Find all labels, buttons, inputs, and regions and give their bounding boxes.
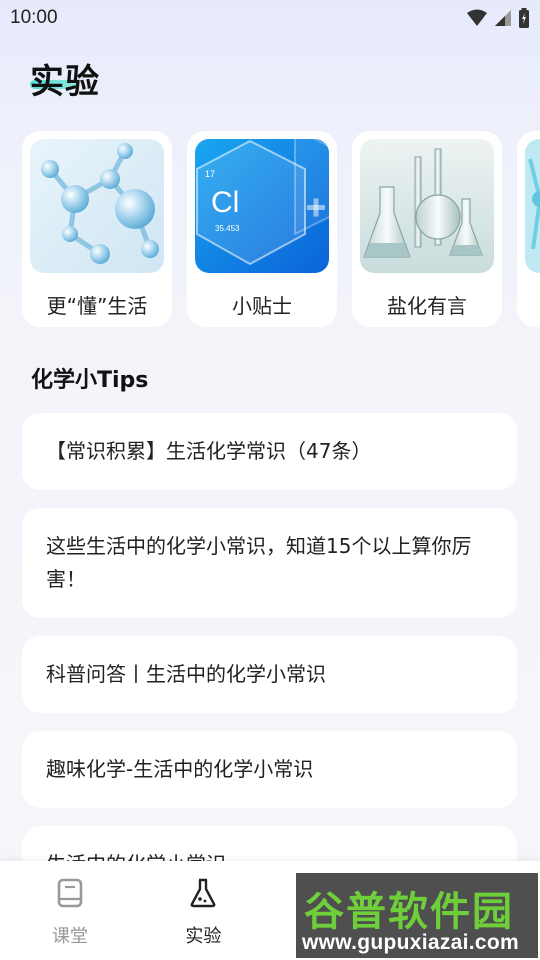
watermark-title: 谷普软件园 — [304, 889, 514, 935]
flask-icon — [187, 877, 219, 909]
cell-signal-icon — [495, 10, 511, 26]
book-icon — [54, 877, 86, 909]
tab-label: 课堂 — [52, 926, 88, 947]
page-title: 实验 — [30, 62, 100, 102]
section-title: 化学小Tips — [31, 368, 149, 393]
card-label: 更“懂”生活 — [46, 294, 148, 318]
watermark-logo: 谷普软件园 www.gupuxiazai.com — [296, 873, 538, 958]
card-label: 盐化有言 — [387, 294, 467, 318]
partial-card-image — [525, 139, 540, 273]
tab-experiment[interactable]: 实验 — [159, 861, 247, 960]
card-tips[interactable]: 17 Cl 35.453 小贴士 — [187, 131, 337, 327]
tab-label: 实验 — [185, 926, 222, 947]
watermark-url: www.gupuxiazai.com — [302, 931, 519, 954]
element-symbol: Cl — [211, 186, 239, 219]
status-icons — [466, 8, 530, 28]
tip-item[interactable]: 这些生活中的化学小常识，知道15个以上算你厉害！ — [22, 508, 517, 618]
tip-item[interactable]: 趣味化学-生活中的化学小常识 — [22, 731, 517, 808]
flasks-image — [360, 139, 494, 273]
status-bar: 10:00 — [0, 0, 540, 36]
card-salt-talk[interactable]: 盐化有言 — [352, 131, 502, 327]
tip-item[interactable]: 【常识积累】生活化学常识（47条） — [22, 413, 517, 490]
tip-item[interactable]: 科普问答丨生活中的化学小常识 — [22, 636, 517, 713]
card-life-chemistry[interactable]: 更“懂”生活 — [22, 131, 172, 327]
element-mass: 35.453 — [215, 224, 240, 233]
battery-icon — [519, 8, 529, 28]
element-number: 17 — [205, 169, 215, 179]
molecule-image — [30, 139, 164, 273]
card-partial[interactable] — [517, 131, 540, 327]
card-label: 小贴士 — [232, 294, 292, 318]
chlorine-element-image: 17 Cl 35.453 — [195, 139, 329, 273]
status-time: 10:00 — [10, 7, 58, 28]
wifi-icon — [467, 9, 487, 26]
category-cards: 更“懂”生活 17 Cl 35.453 小贴士 盐化有言 — [22, 131, 540, 329]
tab-classroom[interactable]: 课堂 — [26, 861, 114, 960]
tips-list: 【常识积累】生活化学常识（47条） 这些生活中的化学小常识，知道15个以上算你厉… — [22, 413, 517, 921]
